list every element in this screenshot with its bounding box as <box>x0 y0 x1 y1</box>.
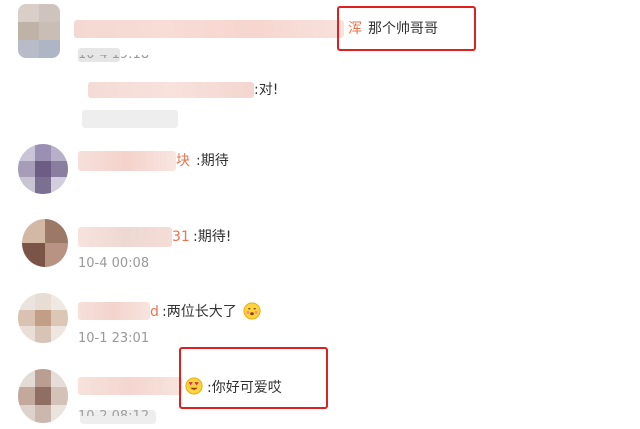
avatar[interactable] <box>18 293 68 343</box>
blurred-username <box>78 377 182 395</box>
highlight-box <box>179 347 328 409</box>
highlight-box <box>337 6 476 51</box>
blurred-time <box>82 110 178 128</box>
avatar[interactable] <box>18 4 60 58</box>
comment-text: :两位长大了 <box>162 304 237 320</box>
comment-text: :对! <box>254 82 279 98</box>
comment-text: :期待! <box>193 229 232 245</box>
username[interactable]: 块 <box>176 152 190 170</box>
blurred-username <box>78 151 176 171</box>
blurred-username <box>78 302 150 320</box>
username[interactable]: d <box>150 303 159 321</box>
comment-text: :期待 <box>196 153 229 169</box>
blurred-username <box>74 20 344 38</box>
avatar[interactable] <box>18 369 68 423</box>
smiling-blush-emoji <box>243 302 261 320</box>
avatar[interactable] <box>18 144 68 194</box>
timestamp: 10-1 23:01 <box>78 331 150 346</box>
timestamp: 10-4 00:08 <box>78 256 150 271</box>
username[interactable]: 31 <box>172 228 190 246</box>
blurred-username <box>78 227 172 247</box>
avatar[interactable] <box>22 219 68 267</box>
blurred-username <box>88 82 254 98</box>
